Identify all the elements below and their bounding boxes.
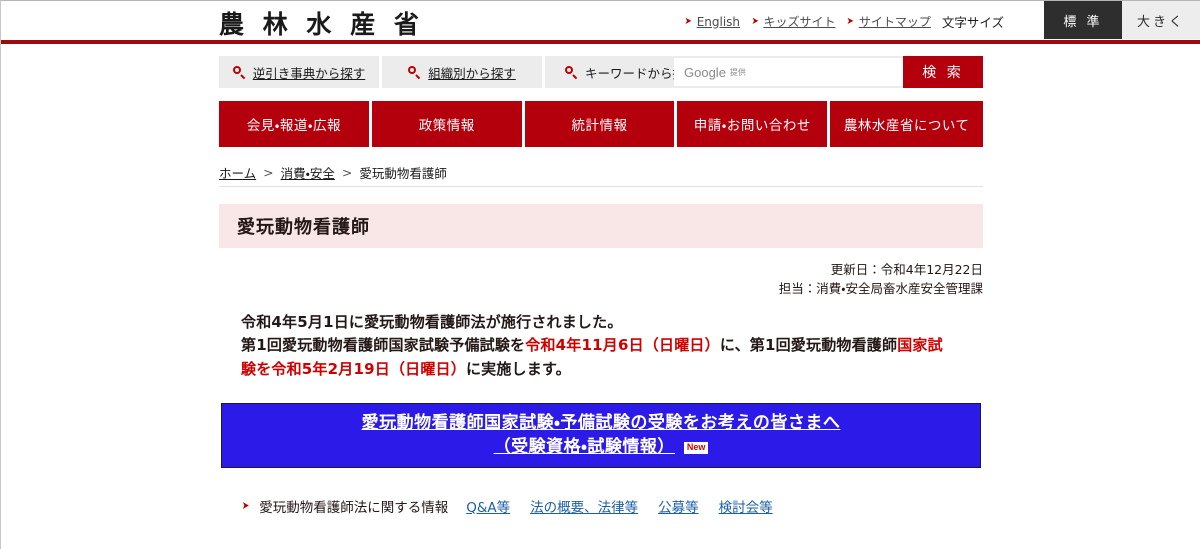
body-line-2: 第1回愛玩動物看護師国家試験予備試験を令和4年11月6日（日曜日）に、第1回愛玩… (241, 334, 961, 358)
body-line-2-highlight-b: 国家試 (897, 336, 943, 355)
search-placeholder: Google (684, 64, 726, 80)
util-link-sitemap[interactable]: ➤ サイトマップ (846, 13, 931, 30)
font-size-label: 文字サイズ (941, 15, 1004, 30)
body-line-2-plain-b: に、第1回愛玩動物看護師 (719, 336, 898, 355)
util-link-label: English (696, 14, 741, 29)
site-logo[interactable]: 農 林 水 産 省 (219, 5, 424, 41)
nav-item-applications[interactable]: 申請・お問い合わせ (677, 101, 828, 147)
link-study-group[interactable]: 検討会等 (719, 496, 773, 516)
global-nav: 会見・報道・広報 政策情報 統計情報 申請・お問い合わせ 農林水産省について (219, 101, 984, 147)
search-icon (232, 65, 246, 79)
link-qa[interactable]: Q&A等 (466, 496, 510, 516)
search-submit-button[interactable]: 検 索 (903, 56, 983, 88)
utility-nav: ➤ English ➤ キッズサイト ➤ サイトマップ 文字サイズ (684, 12, 1004, 31)
font-size-standard-button[interactable]: 標 準 (1044, 1, 1122, 39)
arrow-bullet-icon: ➤ (684, 15, 693, 27)
util-link-kids-site[interactable]: ➤ キッズサイト (751, 13, 836, 30)
util-link-label: サイトマップ (858, 15, 931, 29)
search-bar: 逆引き事典から探す 組織別から探す キーワードから探す Google 提供 検 … (219, 56, 983, 88)
breadcrumb-item-consumer-safety[interactable]: 消費・安全 (281, 163, 335, 182)
search-icon (408, 65, 421, 79)
search-option-reverse-dictionary[interactable]: 逆引き事典から探す (219, 56, 379, 88)
updated-date: 更新日：令和4年12月22日 (830, 262, 983, 277)
search-input[interactable]: Google 提供 (674, 58, 903, 86)
breadcrumb-separator: > (341, 165, 353, 180)
body-line-1: 令和4年5月1日に愛玩動物看護師法が施行されました。 (241, 312, 623, 331)
banner-line-2-wrap: （受験資格・試験情報） New (494, 435, 709, 460)
nav-item-press[interactable]: 会見・報道・広報 (219, 101, 369, 147)
arrow-bullet-icon: ➤ (847, 15, 855, 27)
util-link-label: キッズサイト (763, 15, 836, 29)
link-public-offering[interactable]: 公募等 (658, 496, 699, 516)
arrow-bullet-icon: ➤ (241, 499, 250, 513)
banner-line-2: （受験資格・試験情報） (493, 437, 675, 458)
font-size-switcher: 標 準 大きく (1044, 1, 1200, 39)
exam-info-banner[interactable]: 愛玩動物看護師国家試験・予備試験の受験をお考えの皆さまへ （受験資格・試験情報）… (221, 402, 981, 468)
body-line-2-plain: 第1回愛玩動物看護師国家試験予備試験を (241, 336, 526, 355)
related-info-row: ➤ 愛玩動物看護師法に関する情報 Q&A等 法の概要、法律等 公募等 検討会等 (241, 496, 981, 516)
search-option-label: 逆引き事典から探す (252, 65, 366, 81)
breadcrumb-separator: > (263, 165, 274, 180)
util-link-english[interactable]: ➤ English (684, 15, 740, 29)
search-option-by-organization[interactable]: 組織別から探す (382, 56, 542, 88)
body-line-3: 験を令和5年2月19日（日曜日）に実施します。 (241, 358, 961, 382)
search-icon (565, 65, 578, 79)
site-header: 農 林 水 産 省 ➤ English ➤ キッズサイト ➤ サイトマップ 文字… (1, 1, 1200, 39)
header-red-rule (1, 39, 1200, 44)
nav-item-statistics[interactable]: 統計情報 (524, 101, 675, 147)
body-line-3-plain: に実施します。 (465, 360, 571, 379)
search-placeholder-sub: 提供 (729, 67, 746, 77)
breadcrumb-item-home[interactable]: ホーム (219, 163, 256, 182)
body-line-3-highlight: 験を令和5年2月19日（日曜日） (241, 360, 466, 379)
body-text: 令和4年5月1日に愛玩動物看護師法が施行されました。 第1回愛玩動物看護師国家試… (241, 311, 961, 382)
link-law-overview[interactable]: 法の概要、法律等 (530, 496, 638, 516)
page-meta: 更新日：令和4年12月22日 担当：消費・安全局畜水産安全管理課 (1, 260, 983, 299)
search-option-label: 組織別から探す (428, 65, 516, 81)
arrow-bullet-icon: ➤ (751, 15, 759, 27)
nav-item-policy[interactable]: 政策情報 (371, 101, 522, 147)
breadcrumb: ホーム > 消費・安全 > 愛玩動物看護師 (219, 159, 983, 187)
page-title: 愛玩動物看護師 (219, 204, 983, 248)
body-line-2-highlight: 令和4年11月6日（日曜日） (525, 336, 720, 355)
nav-item-about[interactable]: 農林水産省について (830, 101, 984, 147)
page-root: 農 林 水 産 省 ➤ English ➤ キッズサイト ➤ サイトマップ 文字… (0, 0, 1200, 549)
new-badge: New (683, 441, 709, 454)
related-info-label: 愛玩動物看護師法に関する情報 (259, 499, 449, 516)
font-size-large-button[interactable]: 大きく (1122, 1, 1200, 39)
banner-line-1: 愛玩動物看護師国家試験・予備試験の受験をお考えの皆さまへ (361, 412, 841, 433)
responsible-department: 担当：消費・安全局畜水産安全管理課 (778, 281, 983, 297)
breadcrumb-item-current: 愛玩動物看護師 (359, 166, 447, 181)
